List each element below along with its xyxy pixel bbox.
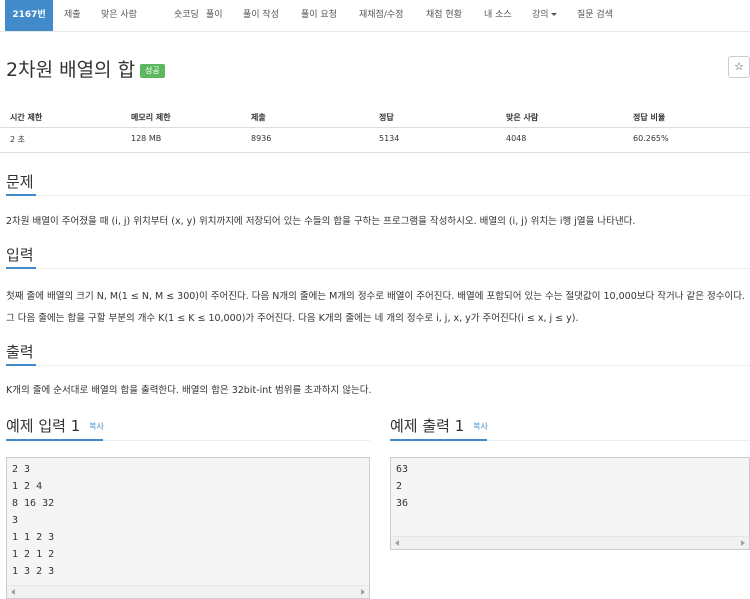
sample-output-line: 36 [396,498,409,509]
sample-input-line: 1 2 4 [12,481,43,492]
nav-write-solution[interactable]: 풀이 작성 [243,0,279,31]
nav-solved-users[interactable]: 맞은 사람 [101,0,137,31]
problem-description: 2차원 배열이 주어졌을 때 (i, j) 위치부터 (x, y) 위치까지에 … [6,216,636,227]
sample-output-heading: 예제 출력 1 복사 [390,415,488,436]
header-ratio: 정답 비율 [633,113,666,122]
sample-input-line: 8 16 32 [12,498,55,509]
value-time-limit: 2 초 [10,135,25,144]
sample-input-line: 1 1 2 3 [12,532,55,543]
sample-input-box[interactable]: 2 3 1 2 4 8 16 32 3 1 1 2 3 1 2 1 2 1 3 … [6,457,370,599]
status-badge: 성공 [140,64,165,78]
header-submissions: 제출 [251,113,266,122]
scroll-left-icon[interactable] [11,589,15,595]
table-divider [0,152,750,153]
value-submissions: 8936 [251,134,272,143]
header-solved-users: 맞은 사람 [506,113,539,122]
output-description: K개의 줄에 순서대로 배열의 합을 출력한다. 배열의 합은 32bit-in… [6,385,372,396]
section-heading-input: 입력 [6,246,34,264]
sample-output-number: 1 [454,417,465,435]
copy-input-button[interactable]: 복사 [89,422,104,431]
value-ratio: 60.265% [633,134,669,143]
value-memory-limit: 128 MB [131,134,162,143]
nav-rejudge[interactable]: 재채점/수정 [359,0,403,31]
nav-submit[interactable]: 제출 [64,0,81,31]
header-time-limit: 시간 제한 [10,113,43,122]
header-accepted: 정답 [379,113,394,122]
sample-input-heading: 예제 입력 1 복사 [6,415,104,436]
sample-input-line: 3 [12,515,19,526]
star-button[interactable]: ☆ [728,56,750,78]
scroll-right-icon[interactable] [741,540,745,546]
section-underline [6,364,36,366]
nav-question-search[interactable]: 질문 검색 [577,0,613,31]
input-description: 첫째 줄에 배열의 크기 N, M(1 ≤ N, M ≤ 300)이 주어진다.… [6,291,745,324]
section-underline [6,267,36,269]
section-divider [6,195,750,196]
horizontal-scrollbar[interactable] [391,536,749,549]
problem-title: 2차원 배열의 합 [6,59,136,81]
scroll-left-icon[interactable] [395,540,399,546]
nav-status[interactable]: 채점 현황 [426,0,462,31]
sample-output-line: 63 [396,464,409,475]
sample-input-line: 2 3 [12,464,31,475]
value-solved-users: 4048 [506,134,527,143]
sample-input-number: 1 [70,417,81,435]
sample-input-line: 1 3 2 3 [12,566,55,577]
nav-my-source[interactable]: 내 소스 [484,0,512,31]
sample-input-label: 예제 입력 [6,417,66,435]
nav-problem-number[interactable]: 2167번 [5,0,53,31]
sample-output-line: 2 [396,481,403,492]
value-accepted: 5134 [379,134,400,143]
nav-solutions[interactable]: 풀이 [206,0,223,31]
header-memory-limit: 메모리 제한 [131,113,171,122]
nav-lectures-dropdown[interactable]: 강의 [532,0,557,31]
section-divider [6,268,750,269]
table-divider [0,127,750,128]
horizontal-scrollbar[interactable] [7,585,369,598]
section-heading-problem: 문제 [6,173,34,191]
star-icon: ☆ [734,60,744,73]
nav-short-coding[interactable]: 숏코딩 [174,0,199,31]
sample-input-line: 1 2 1 2 [12,549,55,560]
section-underline [390,439,487,441]
section-divider [6,365,750,366]
section-underline [6,194,36,196]
problem-nav-bar: 2167번 제출 맞은 사람 숏코딩 풀이 풀이 작성 풀이 요청 재채점/수정… [0,0,750,32]
caret-down-icon [550,13,557,16]
section-underline [6,439,103,441]
sample-output-label: 예제 출력 [390,417,450,435]
sample-output-box[interactable]: 63 2 36 [390,457,750,550]
nav-lectures-label: 강의 [532,10,549,20]
nav-request-solution[interactable]: 풀이 요청 [301,0,337,31]
section-heading-output: 출력 [6,343,34,361]
copy-output-button[interactable]: 복사 [473,422,488,431]
scroll-right-icon[interactable] [361,589,365,595]
